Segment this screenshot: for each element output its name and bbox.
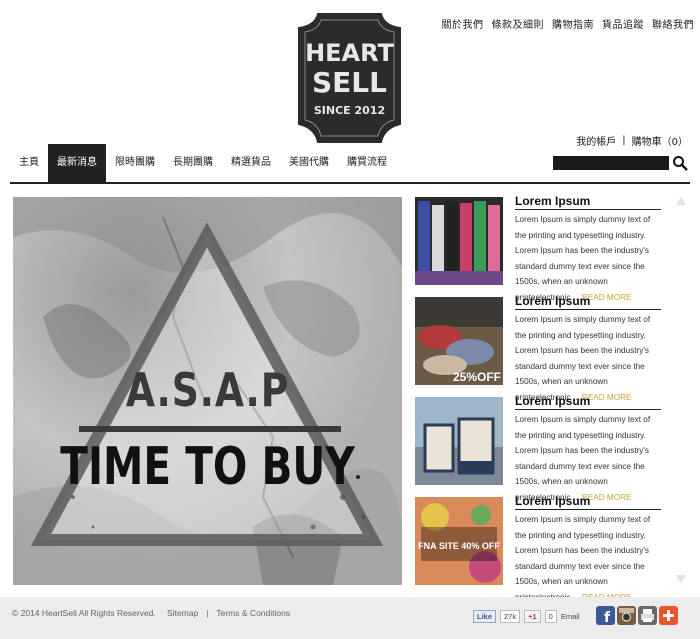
footer-copyright: © 2014 HeartSell All Rights Reserved.: [12, 608, 156, 618]
top-links: 關於我們 條款及細則 購物指南 貨品追蹤 聯絡我們: [442, 16, 695, 31]
news-title[interactable]: Lorem Ipsum: [515, 494, 661, 510]
google-plus-count: 0: [544, 610, 557, 623]
facebook-like-button[interactable]: Like: [473, 610, 497, 623]
print-icon[interactable]: [638, 606, 657, 625]
nav-divider: [10, 182, 690, 184]
terms-link[interactable]: Terms & Conditions: [216, 608, 290, 618]
search-icon[interactable]: [672, 155, 688, 171]
top-link-contact[interactable]: 聯絡我們: [652, 16, 694, 31]
my-account-link[interactable]: 我的帳戶: [576, 133, 616, 148]
scroll-up-icon[interactable]: [675, 196, 687, 206]
footer-links: Sitemap | Terms & Conditions: [167, 608, 290, 618]
sitemap-link[interactable]: Sitemap: [167, 608, 198, 618]
news-badge: 25%OFF: [453, 370, 501, 384]
news-badge: FNA SITE 40% OFF: [418, 541, 500, 551]
top-link-about[interactable]: 關於我們: [442, 16, 484, 31]
nav-item-featured[interactable]: 精選貨品: [222, 144, 280, 182]
news-title[interactable]: Lorem Ipsum: [515, 294, 661, 310]
hero-banner[interactable]: A.S.A.P TIME TO BUY: [13, 197, 402, 585]
nav-item-home[interactable]: 主頁: [10, 144, 48, 182]
logo-line1: HEART: [305, 39, 394, 67]
news-excerpt: Lorem Ipsum is simply dummy text of the …: [515, 512, 663, 605]
nav-item-process[interactable]: 購買流程: [338, 144, 396, 182]
main-nav: 主頁 最新消息 限時團購 長期團購 精選貨品 美國代購 購買流程: [10, 144, 396, 182]
add-icon[interactable]: [659, 606, 678, 625]
cart-link[interactable]: 購物車（0）: [632, 133, 688, 148]
footer: © 2014 HeartSell All Rights Reserved. Si…: [0, 597, 700, 639]
account-bar: 我的帳戶 | 購物車（0）: [576, 133, 688, 148]
scroll-down-icon[interactable]: [675, 574, 687, 584]
news-item: 25%OFF Lorem Ipsum Lorem Ipsum is simply…: [415, 294, 665, 402]
hero-divider: [79, 426, 341, 432]
nav-item-flash-group-buy[interactable]: 限時團購: [106, 144, 164, 182]
social-icons: f: [596, 606, 678, 625]
news-excerpt: Lorem Ipsum is simply dummy text of the …: [515, 315, 651, 402]
hero-title-asap: A.S.A.P: [125, 363, 290, 417]
news-excerpt: Lorem Ipsum is simply dummy text of the …: [515, 415, 651, 502]
google-plus-button[interactable]: +1: [524, 610, 541, 623]
news-item: Lorem Ipsum Lorem Ipsum is simply dummy …: [415, 194, 665, 302]
share-bar: Like 27k +1 0 Email: [473, 610, 580, 623]
news-thumbnail-sneakers[interactable]: 25%OFF: [415, 297, 503, 385]
instagram-icon[interactable]: [617, 606, 636, 625]
email-share-link[interactable]: Email: [561, 612, 580, 621]
news-thumbnail-totebags[interactable]: [415, 397, 503, 485]
footer-separator: |: [206, 608, 209, 618]
news-title[interactable]: Lorem Ipsum: [515, 394, 661, 410]
svg-text:f: f: [604, 610, 611, 625]
logo-line3: SINCE 2012: [314, 104, 385, 117]
account-separator: |: [622, 135, 626, 146]
nav-item-news[interactable]: 最新消息: [48, 144, 106, 182]
news-item: Lorem Ipsum Lorem Ipsum is simply dummy …: [415, 394, 665, 502]
news-excerpt: Lorem Ipsum is simply dummy text of the …: [515, 215, 651, 302]
top-link-terms[interactable]: 條款及細則: [492, 16, 545, 31]
top-link-guide[interactable]: 購物指南: [552, 16, 594, 31]
facebook-icon[interactable]: f: [596, 606, 615, 625]
news-title[interactable]: Lorem Ipsum: [515, 194, 661, 210]
news-thumbnail-socks[interactable]: [415, 197, 503, 285]
nav-item-long-group-buy[interactable]: 長期團購: [164, 144, 222, 182]
news-item: FNA SITE 40% OFF Lorem Ipsum Lorem Ipsum…: [415, 494, 665, 602]
hero-title-time-to-buy: TIME TO BUY: [60, 437, 355, 497]
logo-line2: SELL: [312, 66, 387, 99]
facebook-like-count: 27k: [500, 610, 521, 623]
top-link-tracking[interactable]: 貨品追蹤: [602, 16, 644, 31]
nav-item-us-purchase[interactable]: 美國代購: [280, 144, 338, 182]
heartsell-logo[interactable]: HEART SELL SINCE 2012: [296, 12, 403, 144]
search-input[interactable]: [553, 156, 669, 170]
news-thumbnail-sale[interactable]: FNA SITE 40% OFF: [415, 497, 503, 585]
